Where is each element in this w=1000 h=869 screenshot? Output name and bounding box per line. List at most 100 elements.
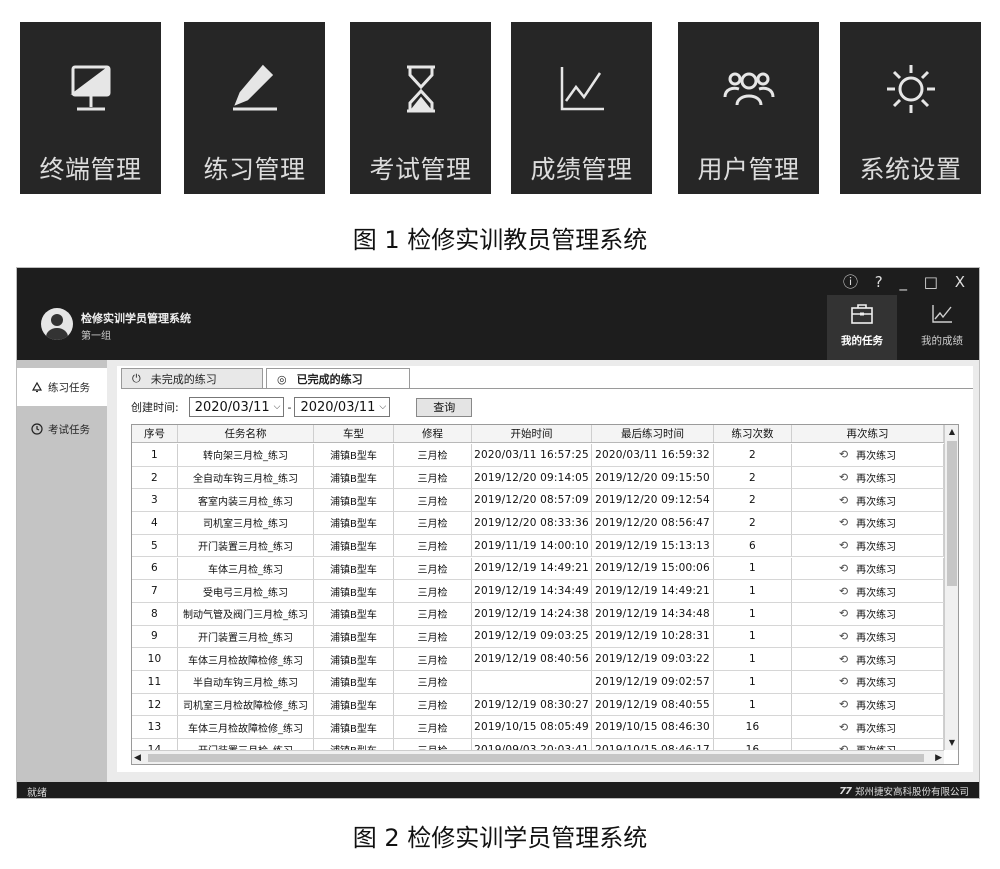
column-header[interactable]: 开始时间 xyxy=(472,425,592,442)
practice-again-button[interactable]: ⟲再次练习 xyxy=(792,602,944,625)
scroll-right-icon[interactable]: ▶ xyxy=(935,751,942,764)
scroll-down-icon[interactable]: ▼ xyxy=(945,736,958,750)
practice-again-link[interactable]: ⟲再次练习 xyxy=(839,470,896,485)
practice-again-button[interactable]: ⟲再次练习 xyxy=(792,444,944,466)
practice-again-label: 再次练习 xyxy=(856,564,897,576)
practice-again-link[interactable]: ⟲再次练习 xyxy=(839,652,896,667)
practice-again-link[interactable]: ⟲再次练习 xyxy=(839,447,896,462)
table-row[interactable]: 3 客室内装三月检_练习 浦镇B型车 三月检 2019/12/20 08:57:09 20… xyxy=(132,489,944,513)
nav-my-tasks[interactable]: 我的任务 xyxy=(827,295,897,360)
scroll-up-icon[interactable]: ▲ xyxy=(945,425,958,439)
table-cell: 2019/12/20 09:12:54 xyxy=(592,489,714,512)
table-cell: 浦镇B型车 xyxy=(314,466,394,489)
practice-again-label: 再次练习 xyxy=(856,519,897,531)
sidebar-item-practice-tasks[interactable]: 练习任务 xyxy=(17,368,107,406)
practice-again-link[interactable]: ⟲再次练习 xyxy=(839,697,896,712)
table-cell: 14 xyxy=(132,739,178,750)
practice-again-button[interactable]: ⟲再次练习 xyxy=(792,716,944,739)
practice-again-button[interactable]: ⟲ 再次练习 xyxy=(792,557,944,580)
table-row[interactable]: 4 司机室三月检_练习 浦镇B型车 三月检 2019/12/20 08:33:36 201… xyxy=(132,512,944,535)
column-header[interactable]: 任务名称 xyxy=(178,425,314,442)
practice-again-link[interactable]: ⟲再次练习 xyxy=(839,606,896,621)
table-cell: 三月检 xyxy=(394,534,472,557)
vertical-scrollbar[interactable]: ▲ ▼ xyxy=(944,425,958,750)
table-cell: 受电弓三月检_练习 xyxy=(178,580,314,602)
sidebar-item-label: 考试任务 xyxy=(48,423,90,436)
table-row[interactable]: 7 受电弓三月检_练习 浦镇B型车 三月检 2019/12/19 14:34:49 201… xyxy=(132,580,944,603)
tile-score-management[interactable]: 成绩管理 xyxy=(511,22,652,194)
practice-again-button[interactable]: ⟲再次练习 xyxy=(792,512,944,534)
table-cell: 2019/12/20 09:15:50 xyxy=(592,466,714,489)
refresh-icon: ⟲ xyxy=(838,652,849,666)
practice-again-link[interactable]: ⟲再次练习 xyxy=(839,629,896,644)
table-cell: 三月检 xyxy=(394,580,472,602)
tile-system-settings[interactable]: 系统设置 xyxy=(840,22,981,194)
practice-again-button[interactable]: ⟲再次练习 xyxy=(792,648,944,670)
student-system-window: ⓘ ? _ □ X 检修实训学员管理系统 第一组 我的任务 我的成绩 练习任务 … xyxy=(16,267,980,799)
tile-terminal-management[interactable]: 终端管理 xyxy=(20,22,161,194)
tab-completed-practice[interactable]: ◎ 已完成的练习 xyxy=(266,368,410,389)
table-row[interactable]: 5 开门装置三月检_练习 浦镇B型车 三月检 2019/11/19 14:00:10 20… xyxy=(132,534,944,558)
practice-again-button[interactable]: ⟲再次练习 xyxy=(792,466,944,489)
table-row[interactable]: 13 车体三月检故障检修_练习 浦镇B型车 三月检 2019/10/15 08:05:4… xyxy=(132,716,944,740)
table-row[interactable]: 9 开门装置三月检_练习 浦镇B型车 三月检 2019/12/19 09:03:25 20… xyxy=(132,625,944,649)
tile-user-management[interactable]: 用户管理 xyxy=(678,22,819,194)
practice-again-link[interactable]: ⟲ 再次练习 xyxy=(839,561,896,576)
table-cell: 9 xyxy=(132,625,178,648)
refresh-icon: ⟲ xyxy=(838,471,849,485)
query-button[interactable]: 查询 xyxy=(416,397,473,417)
practice-again-link[interactable]: ⟲再次练习 xyxy=(839,742,896,750)
column-header[interactable]: 序号 xyxy=(132,425,178,442)
practice-again-link[interactable]: ⟲再次练习 xyxy=(839,515,896,530)
table-row[interactable]: 10 车体三月检故障检修_练习 浦镇B型车 三月检 2019/12/19 08:40:5… xyxy=(132,648,944,671)
date-to-picker[interactable]: 2020/03/11 ⌵ xyxy=(294,397,391,417)
table-row[interactable]: 2 全自动车钩三月检_练习 浦镇B型车 三月检 2019/12/20 09:14:05 2… xyxy=(132,466,944,490)
sidebar-item-exam-tasks[interactable]: 考试任务 xyxy=(17,410,107,448)
practice-again-button[interactable]: ⟲再次练习 xyxy=(792,625,944,648)
window-controls[interactable]: ⓘ ? _ □ X xyxy=(843,271,971,292)
tile-exam-management[interactable]: 考试管理 xyxy=(350,22,491,194)
date-from-picker[interactable]: 2020/03/11 ⌵ xyxy=(188,397,285,417)
scroll-left-icon[interactable]: ◀ xyxy=(134,751,141,764)
horizontal-scrollbar[interactable]: ◀ ▶ xyxy=(132,750,944,764)
table-row[interactable]: 12 司机室三月检故障检修_练习 浦镇B型车 三月检 2019/12/19 08:30:… xyxy=(132,693,944,717)
table-cell: 5 xyxy=(132,534,178,557)
column-header[interactable]: 修程 xyxy=(394,425,472,442)
practice-again-link[interactable]: ⟲再次练习 xyxy=(839,584,896,599)
figure2-caption: 图 2 检修实训学员管理系统 xyxy=(352,824,648,852)
table-cell: 2 xyxy=(714,512,792,534)
practice-again-button[interactable]: ⟲再次练习 xyxy=(792,739,944,750)
table-cell: 2019/12/19 14:49:21 xyxy=(472,557,592,580)
table-cell: 4 xyxy=(132,512,178,534)
practice-again-link[interactable]: ⟲再次练习 xyxy=(839,720,896,735)
practice-again-link[interactable]: ⟲再次练习 xyxy=(839,674,896,689)
column-header[interactable]: 再次练习 xyxy=(792,425,944,442)
practice-again-button[interactable]: ⟲再次练习 xyxy=(792,489,944,512)
scroll-thumb[interactable] xyxy=(947,441,957,586)
table-cell: 7 xyxy=(132,580,178,602)
practice-again-button[interactable]: ⟲再次练习 xyxy=(792,580,944,602)
practice-again-button[interactable]: ⟲再次练习 xyxy=(792,693,944,716)
table-cell: 2019/12/19 14:34:49 xyxy=(472,580,592,602)
table-row[interactable]: 11 半自动车钩三月检_练习 浦镇B型车 三月检 2019/12/19 09:02:57… xyxy=(132,671,944,694)
tab-incomplete-practice[interactable]: ⏻ 未完成的练习 xyxy=(121,368,263,388)
tile-practice-management[interactable]: 练习管理 xyxy=(184,22,325,194)
table-cell: 2019/12/19 09:02:57 xyxy=(592,671,714,693)
table-row[interactable]: 8 制动气管及阀门三月检_练习 浦镇B型车 三月检 2019/12/19 14:24:3… xyxy=(132,602,944,626)
column-header[interactable]: 最后练习时间 xyxy=(592,425,714,442)
column-header[interactable]: 车型 xyxy=(314,425,394,442)
practice-again-button[interactable]: ⟲再次练习 xyxy=(792,671,944,693)
refresh-icon: ⟲ xyxy=(838,561,849,575)
practice-again-link[interactable]: ⟲再次练习 xyxy=(839,493,896,508)
practice-again-link[interactable]: ⟲再次练习 xyxy=(839,538,896,553)
table-cell: 三月检 xyxy=(394,739,472,750)
nav-my-scores[interactable]: 我的成绩 xyxy=(907,295,977,360)
practice-again-label: 再次练习 xyxy=(856,678,897,690)
table-row[interactable]: 1 转向架三月检_练习 浦镇B型车 三月检 2020/03/11 16:57:25 202… xyxy=(132,444,944,467)
scroll-thumb[interactable] xyxy=(148,754,924,762)
practice-again-button[interactable]: ⟲再次练习 xyxy=(792,534,944,557)
column-header[interactable]: 练习次数 xyxy=(714,425,792,442)
table-row[interactable]: 14开门装置三月检_练习浦镇B型车三月检2019/09/03 20:03:412… xyxy=(132,739,944,750)
date-separator: - xyxy=(287,400,292,414)
table-row[interactable]: 6 车体三月检_练习 浦镇B型车 三月检 2019/12/19 14:49:21 2019… xyxy=(132,557,944,581)
